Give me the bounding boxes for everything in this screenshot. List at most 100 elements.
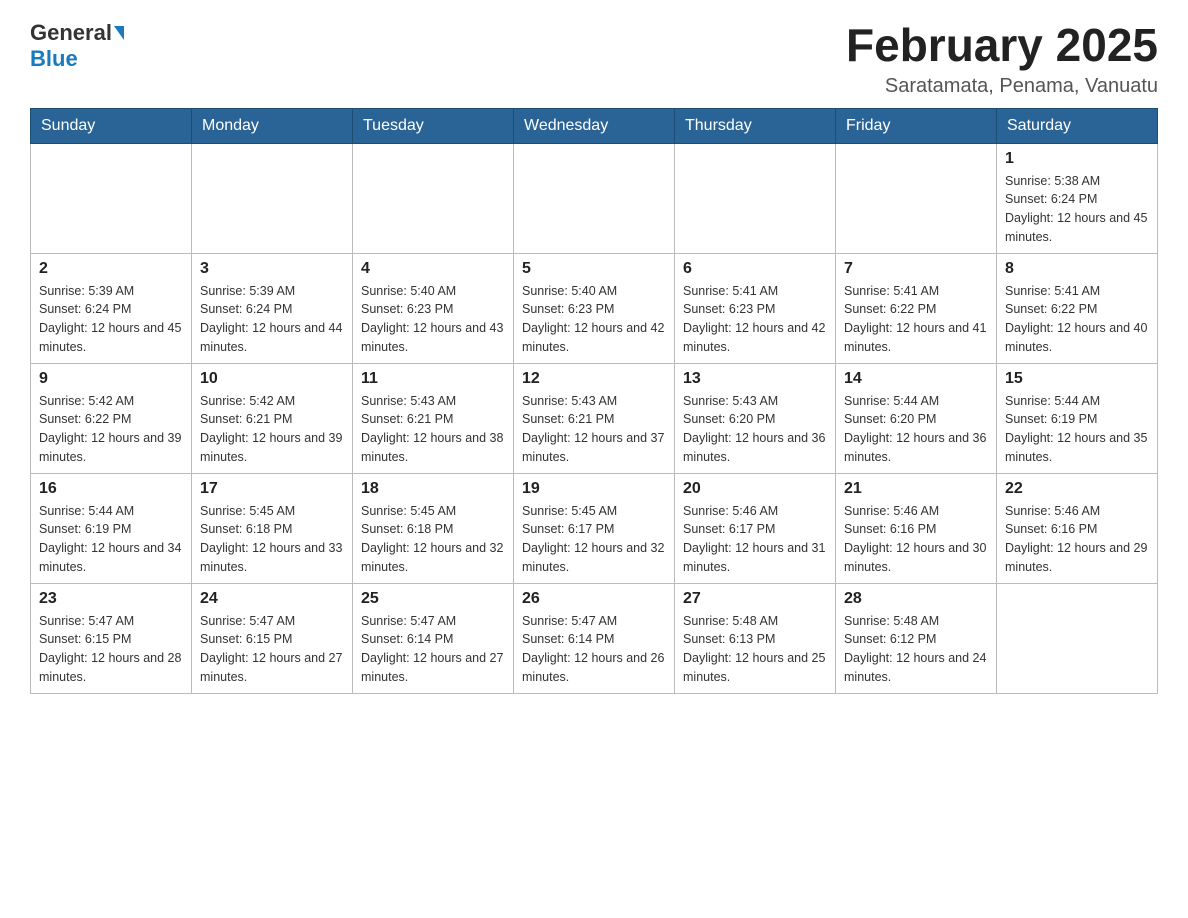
day-number: 21 <box>844 480 988 498</box>
calendar-subtitle: Saratamata, Penama, Vanuatu <box>846 75 1158 98</box>
calendar-cell: 14 Sunrise: 5:44 AMSunset: 6:20 PMDayligh… <box>836 363 997 473</box>
day-number: 4 <box>361 260 505 278</box>
day-number: 13 <box>683 370 827 388</box>
week-row-4: 23 Sunrise: 5:47 AMSunset: 6:15 PMDayligh… <box>31 583 1158 693</box>
logo-arrow-icon <box>114 26 124 40</box>
calendar-cell: 20Sunrise: 5:46 AMSunset: 6:17 PMDayligh… <box>675 473 836 583</box>
day-number: 24 <box>200 590 344 608</box>
calendar-cell: 9Sunrise: 5:42 AMSunset: 6:22 PMDaylight… <box>31 363 192 473</box>
calendar-cell: 2Sunrise: 5:39 AMSunset: 6:24 PMDaylight… <box>31 253 192 363</box>
day-number: 14 <box>844 370 988 388</box>
day-number: 27 <box>683 590 827 608</box>
day-info: Sunrise: 5:43 AMSunset: 6:21 PMDaylight:… <box>361 392 505 467</box>
calendar-cell: 21 Sunrise: 5:46 AMSunset: 6:16 PMDayligh… <box>836 473 997 583</box>
day-number: 6 <box>683 260 827 278</box>
calendar-header: SundayMondayTuesdayWednesdayThursdayFrid… <box>31 108 1158 143</box>
day-number: 25 <box>361 590 505 608</box>
calendar-cell: 10 Sunrise: 5:42 AMSunset: 6:21 PMDayligh… <box>192 363 353 473</box>
day-info: Sunrise: 5:46 AMSunset: 6:16 PMDaylight:… <box>1005 502 1149 577</box>
day-number: 26 <box>522 590 666 608</box>
day-number: 28 <box>844 590 988 608</box>
weekday-header-row: SundayMondayTuesdayWednesdayThursdayFrid… <box>31 108 1158 143</box>
day-info: Sunrise: 5:44 AMSunset: 6:20 PMDaylight:… <box>844 392 988 467</box>
day-info: Sunrise: 5:45 AMSunset: 6:18 PMDaylight:… <box>200 502 344 577</box>
week-row-2: 9Sunrise: 5:42 AMSunset: 6:22 PMDaylight… <box>31 363 1158 473</box>
day-number: 12 <box>522 370 666 388</box>
calendar-cell <box>997 583 1158 693</box>
day-info: Sunrise: 5:47 AMSunset: 6:14 PMDaylight:… <box>361 612 505 687</box>
week-row-0: 1 Sunrise: 5:38 AMSunset: 6:24 PMDaylight… <box>31 143 1158 253</box>
day-number: 15 <box>1005 370 1149 388</box>
day-number: 1 <box>1005 150 1149 168</box>
day-number: 17 <box>200 480 344 498</box>
day-info: Sunrise: 5:45 AMSunset: 6:18 PMDaylight:… <box>361 502 505 577</box>
calendar-cell: 7Sunrise: 5:41 AMSunset: 6:22 PMDaylight… <box>836 253 997 363</box>
logo-general-word: General <box>30 20 112 46</box>
weekday-header-friday: Friday <box>836 108 997 143</box>
day-info: Sunrise: 5:40 AMSunset: 6:23 PMDaylight:… <box>361 282 505 357</box>
day-number: 11 <box>361 370 505 388</box>
day-number: 8 <box>1005 260 1149 278</box>
calendar-cell: 23Sunrise: 5:47 AMSunset: 6:15 PMDayligh… <box>31 583 192 693</box>
calendar-cell: 15 Sunrise: 5:44 AMSunset: 6:19 PMDayligh… <box>997 363 1158 473</box>
calendar-cell <box>514 143 675 253</box>
calendar-cell <box>31 143 192 253</box>
day-info: Sunrise: 5:48 AMSunset: 6:13 PMDaylight:… <box>683 612 827 687</box>
day-info: Sunrise: 5:44 AMSunset: 6:19 PMDaylight:… <box>1005 392 1149 467</box>
weekday-header-sunday: Sunday <box>31 108 192 143</box>
weekday-header-thursday: Thursday <box>675 108 836 143</box>
day-info: Sunrise: 5:42 AMSunset: 6:21 PMDaylight:… <box>200 392 344 467</box>
day-number: 23 <box>39 590 183 608</box>
calendar-table: SundayMondayTuesdayWednesdayThursdayFrid… <box>30 108 1158 694</box>
calendar-cell: 22Sunrise: 5:46 AMSunset: 6:16 PMDayligh… <box>997 473 1158 583</box>
calendar-cell <box>192 143 353 253</box>
weekday-header-saturday: Saturday <box>997 108 1158 143</box>
day-info: Sunrise: 5:47 AMSunset: 6:15 PMDaylight:… <box>200 612 344 687</box>
calendar-cell: 24 Sunrise: 5:47 AMSunset: 6:15 PMDayligh… <box>192 583 353 693</box>
week-row-1: 2 Sunrise: 5:39 AMSunset: 6:24 PMDaylight… <box>31 253 1158 363</box>
day-number: 5 <box>522 260 666 278</box>
day-info: Sunrise: 5:48 AMSunset: 6:12 PMDaylight:… <box>844 612 988 687</box>
calendar-cell: 13Sunrise: 5:43 AMSunset: 6:20 PMDayligh… <box>675 363 836 473</box>
day-info: Sunrise: 5:40 AMSunset: 6:23 PMDaylight:… <box>522 282 666 357</box>
day-info: Sunrise: 5:41 AMSunset: 6:22 PMDaylight:… <box>844 282 988 357</box>
calendar-cell: 25 Sunrise: 5:47 AMSunset: 6:14 PMDayligh… <box>353 583 514 693</box>
day-info: Sunrise: 5:46 AMSunset: 6:16 PMDaylight:… <box>844 502 988 577</box>
day-number: 2 <box>39 260 183 278</box>
day-number: 10 <box>200 370 344 388</box>
calendar-cell: 18Sunrise: 5:45 AMSunset: 6:18 PMDayligh… <box>353 473 514 583</box>
calendar-cell: 28 Sunrise: 5:48 AMSunset: 6:12 PMDayligh… <box>836 583 997 693</box>
weekday-header-wednesday: Wednesday <box>514 108 675 143</box>
calendar-cell: 8 Sunrise: 5:41 AMSunset: 6:22 PMDaylight… <box>997 253 1158 363</box>
day-info: Sunrise: 5:38 AMSunset: 6:24 PMDaylight:… <box>1005 172 1149 247</box>
calendar-cell: 3Sunrise: 5:39 AMSunset: 6:24 PMDaylight… <box>192 253 353 363</box>
day-info: Sunrise: 5:44 AMSunset: 6:19 PMDaylight:… <box>39 502 183 577</box>
weekday-header-monday: Monday <box>192 108 353 143</box>
calendar-cell: 26Sunrise: 5:47 AMSunset: 6:14 PMDayligh… <box>514 583 675 693</box>
calendar-body: 1 Sunrise: 5:38 AMSunset: 6:24 PMDaylight… <box>31 143 1158 693</box>
calendar-cell: 27 Sunrise: 5:48 AMSunset: 6:13 PMDayligh… <box>675 583 836 693</box>
day-info: Sunrise: 5:45 AMSunset: 6:17 PMDaylight:… <box>522 502 666 577</box>
day-info: Sunrise: 5:43 AMSunset: 6:21 PMDaylight:… <box>522 392 666 467</box>
day-info: Sunrise: 5:39 AMSunset: 6:24 PMDaylight:… <box>200 282 344 357</box>
day-number: 19 <box>522 480 666 498</box>
calendar-cell: 11 Sunrise: 5:43 AMSunset: 6:21 PMDayligh… <box>353 363 514 473</box>
calendar-cell: 5 Sunrise: 5:40 AMSunset: 6:23 PMDaylight… <box>514 253 675 363</box>
week-row-3: 16Sunrise: 5:44 AMSunset: 6:19 PMDayligh… <box>31 473 1158 583</box>
calendar-title: February 2025 <box>846 20 1158 71</box>
calendar-cell: 4 Sunrise: 5:40 AMSunset: 6:23 PMDaylight… <box>353 253 514 363</box>
calendar-cell: 17 Sunrise: 5:45 AMSunset: 6:18 PMDayligh… <box>192 473 353 583</box>
day-info: Sunrise: 5:41 AMSunset: 6:22 PMDaylight:… <box>1005 282 1149 357</box>
logo: General Blue <box>30 20 124 72</box>
calendar-cell: 1 Sunrise: 5:38 AMSunset: 6:24 PMDaylight… <box>997 143 1158 253</box>
weekday-header-tuesday: Tuesday <box>353 108 514 143</box>
day-info: Sunrise: 5:41 AMSunset: 6:23 PMDaylight:… <box>683 282 827 357</box>
calendar-cell <box>836 143 997 253</box>
day-info: Sunrise: 5:42 AMSunset: 6:22 PMDaylight:… <box>39 392 183 467</box>
day-number: 20 <box>683 480 827 498</box>
calendar-cell <box>675 143 836 253</box>
page-header: General Blue February 2025 Saratamata, P… <box>30 20 1158 98</box>
logo-blue-text: Blue <box>30 46 78 72</box>
title-block: February 2025 Saratamata, Penama, Vanuat… <box>846 20 1158 98</box>
calendar-cell: 16Sunrise: 5:44 AMSunset: 6:19 PMDayligh… <box>31 473 192 583</box>
